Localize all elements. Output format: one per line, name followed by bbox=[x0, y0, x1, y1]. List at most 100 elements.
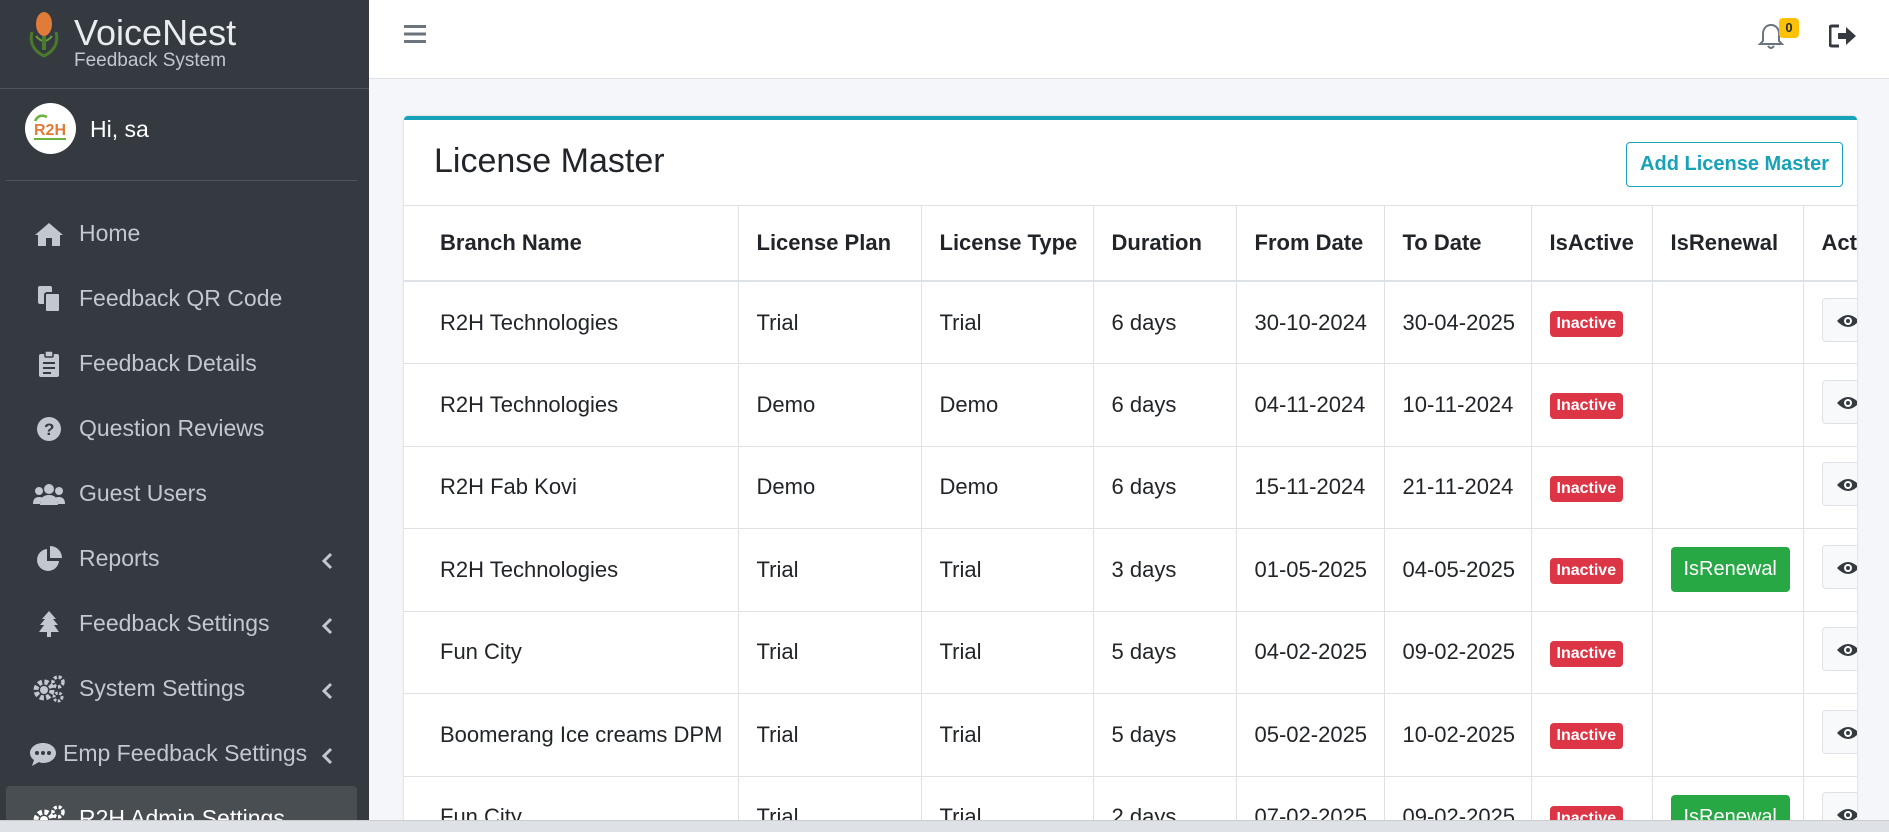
cell-license-plan: Trial bbox=[738, 281, 922, 364]
cell-license-type: Trial bbox=[921, 693, 1094, 777]
cell-action bbox=[1803, 281, 1857, 364]
add-license-master-button[interactable]: Add License Master bbox=[1626, 142, 1843, 187]
avatar[interactable]: R2H bbox=[25, 103, 76, 154]
cell-license-plan: Demo bbox=[738, 446, 922, 529]
r2h-logo-icon: R2H bbox=[33, 114, 66, 140]
gears-icon bbox=[33, 674, 65, 703]
horizontal-scrollbar[interactable] bbox=[0, 820, 1889, 832]
column-header-duration[interactable]: Duration bbox=[1093, 206, 1237, 282]
sidebar-item-label: Home bbox=[79, 220, 141, 246]
cell-action bbox=[1803, 528, 1857, 612]
cell-branch-name: R2H Fab Kovi bbox=[404, 446, 739, 529]
view-button[interactable] bbox=[1821, 379, 1857, 424]
view-button[interactable] bbox=[1821, 544, 1857, 589]
sidebar-item-reports[interactable]: Reports bbox=[0, 526, 369, 591]
cell-to-date: 21-11-2024 bbox=[1384, 446, 1532, 529]
cell-duration: 6 days bbox=[1093, 281, 1237, 364]
cell-from-date: 04-02-2025 bbox=[1236, 611, 1385, 694]
sidebar-item-feedback-settings[interactable]: Feedback Settings bbox=[0, 591, 369, 656]
view-button[interactable] bbox=[1821, 297, 1857, 342]
column-header-license-plan[interactable]: License Plan bbox=[738, 206, 922, 282]
sidebar-item-question-reviews[interactable]: ? Question Reviews bbox=[0, 396, 369, 461]
cell-branch-name: R2H Technologies bbox=[404, 528, 739, 612]
brand-link[interactable]: VoiceNest Feedback System bbox=[0, 0, 369, 89]
chevron-left-icon bbox=[321, 549, 333, 576]
page-title: License Master bbox=[434, 142, 665, 180]
cell-isrenewal bbox=[1652, 281, 1804, 364]
sidebar-item-system-settings[interactable]: System Settings bbox=[0, 656, 369, 721]
sidebar-item-label: Feedback QR Code bbox=[79, 285, 283, 311]
cell-action bbox=[1803, 446, 1857, 529]
app-title: VoiceNest bbox=[74, 12, 237, 53]
chevron-left-icon bbox=[321, 679, 333, 706]
status-badge: Inactive bbox=[1549, 640, 1624, 667]
cell-to-date: 30-04-2025 bbox=[1384, 281, 1532, 364]
view-button[interactable] bbox=[1821, 627, 1857, 672]
cell-to-date: 10-11-2024 bbox=[1384, 363, 1532, 447]
eye-icon bbox=[1836, 561, 1857, 574]
cell-isrenewal: IsRenewal bbox=[1652, 528, 1804, 612]
cell-action bbox=[1803, 693, 1857, 777]
cell-to-date: 04-05-2025 bbox=[1384, 528, 1532, 612]
sidebar-item-guest-users[interactable]: Guest Users bbox=[0, 461, 369, 526]
cell-branch-name: Boomerang Ice creams DPM bbox=[404, 693, 739, 777]
menu-icon[interactable] bbox=[403, 22, 427, 46]
eye-icon bbox=[1836, 396, 1857, 409]
table-row: Fun City Trial Trial 5 days 04-02-2025 0… bbox=[404, 611, 1857, 694]
cell-from-date: 30-10-2024 bbox=[1236, 281, 1385, 364]
column-header-isactive[interactable]: IsActive bbox=[1531, 206, 1653, 282]
column-header-license-type[interactable]: License Type bbox=[921, 206, 1094, 282]
eye-icon bbox=[1836, 479, 1857, 492]
user-greeting: Hi, sa bbox=[90, 116, 149, 142]
tree-icon bbox=[33, 610, 65, 638]
cell-isactive: Inactive bbox=[1531, 528, 1653, 612]
cell-isrenewal bbox=[1652, 611, 1804, 694]
sidebar-item-home[interactable]: Home bbox=[0, 201, 369, 266]
cell-isactive: Inactive bbox=[1531, 693, 1653, 777]
status-badge: Inactive bbox=[1549, 475, 1624, 502]
sidebar-item-feedback-qr-code[interactable]: Feedback QR Code bbox=[0, 266, 369, 331]
sidebar-item-feedback-details[interactable]: Feedback Details bbox=[0, 331, 369, 396]
cell-license-type: Trial bbox=[921, 611, 1094, 694]
cell-branch-name: Fun City bbox=[404, 611, 739, 694]
view-button[interactable] bbox=[1821, 709, 1857, 754]
column-header-isrenewal[interactable]: IsRenewal bbox=[1652, 206, 1804, 282]
table-row: R2H Technologies Trial Trial 3 days 01-0… bbox=[404, 528, 1857, 612]
status-badge: Inactive bbox=[1549, 311, 1624, 337]
column-header-action[interactable]: Action bbox=[1803, 206, 1857, 282]
cell-isactive: Inactive bbox=[1531, 611, 1653, 694]
svg-text:R2H: R2H bbox=[34, 122, 66, 139]
logout-icon[interactable] bbox=[1829, 24, 1857, 48]
isrenewal-button[interactable]: IsRenewal bbox=[1670, 547, 1790, 593]
column-header-from-date[interactable]: From Date bbox=[1236, 206, 1385, 282]
cell-license-plan: Demo bbox=[738, 363, 922, 447]
cell-duration: 6 days bbox=[1093, 363, 1237, 447]
copy-icon bbox=[33, 285, 65, 313]
cell-isactive: Inactive bbox=[1531, 446, 1653, 529]
comment-dots-icon bbox=[27, 740, 59, 768]
sidebar-item-label: System Settings bbox=[79, 675, 246, 701]
cell-from-date: 04-11-2024 bbox=[1236, 363, 1385, 447]
cell-isactive: Inactive bbox=[1531, 281, 1653, 364]
column-header-branch-name[interactable]: Branch Name bbox=[404, 206, 739, 282]
cell-from-date: 15-11-2024 bbox=[1236, 446, 1385, 529]
cell-action bbox=[1803, 363, 1857, 447]
sidebar-item-emp-feedback-settings[interactable]: Emp Feedback Settings bbox=[0, 721, 369, 786]
chevron-left-icon bbox=[321, 744, 333, 771]
cell-license-plan: Trial bbox=[738, 611, 922, 694]
cell-action bbox=[1803, 611, 1857, 694]
eye-icon bbox=[1836, 644, 1857, 657]
cell-license-type: Trial bbox=[921, 528, 1094, 612]
sidebar-item-label: Guest Users bbox=[79, 480, 207, 506]
cell-isactive: Inactive bbox=[1531, 363, 1653, 447]
voicenest-logo-icon bbox=[29, 12, 59, 58]
cell-license-plan: Trial bbox=[738, 693, 922, 777]
table-header-row: Branch Name License Plan License Type Du… bbox=[404, 206, 1857, 282]
view-button[interactable] bbox=[1821, 462, 1857, 507]
svg-text:?: ? bbox=[44, 420, 54, 439]
table-row: R2H Technologies Demo Demo 6 days 04-11-… bbox=[404, 363, 1857, 447]
column-header-to-date[interactable]: To Date bbox=[1384, 206, 1532, 282]
sidebar-item-label: Feedback Settings bbox=[79, 610, 270, 636]
cell-from-date: 05-02-2025 bbox=[1236, 693, 1385, 777]
table-row: R2H Technologies Trial Trial 6 days 30-1… bbox=[404, 281, 1857, 364]
